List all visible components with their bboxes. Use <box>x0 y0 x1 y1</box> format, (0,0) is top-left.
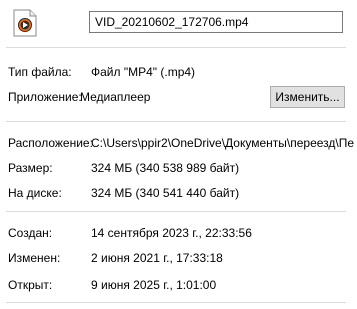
file-name-field[interactable]: VID_20210602_172706.mp4 <box>89 11 343 33</box>
created-label: Создан: <box>8 226 53 240</box>
opened-value: 9 июня 2025 г., 1:01:00 <box>91 278 217 292</box>
created-value: 14 сентября 2023 г., 22:33:56 <box>91 226 252 240</box>
divider <box>6 302 346 303</box>
size-label: Размер: <box>8 161 53 175</box>
opened-label: Открыт: <box>8 278 53 292</box>
divider <box>6 121 346 122</box>
divider <box>6 211 346 212</box>
app-label: Приложение: <box>8 90 82 104</box>
media-file-icon <box>12 9 38 37</box>
size-value: 324 МБ (340 538 989 байт) <box>91 161 240 175</box>
disk-size-label: На диске: <box>8 186 62 200</box>
modified-label: Изменен: <box>8 251 61 265</box>
modified-value: 2 июня 2021 г., 17:33:18 <box>91 251 223 265</box>
file-type-value: Файл "MP4" (.mp4) <box>91 65 196 79</box>
change-app-button[interactable]: Изменить... <box>270 86 345 108</box>
file-type-label: Тип файла: <box>8 65 72 79</box>
location-value: C:\Users\ppir2\OneDrive\Документы\переез… <box>91 136 355 150</box>
app-value: Медиаплеер <box>80 90 151 104</box>
location-label: Расположение: <box>8 136 93 150</box>
divider <box>6 47 346 48</box>
disk-size-value: 324 МБ (340 541 440 байт) <box>91 186 240 200</box>
